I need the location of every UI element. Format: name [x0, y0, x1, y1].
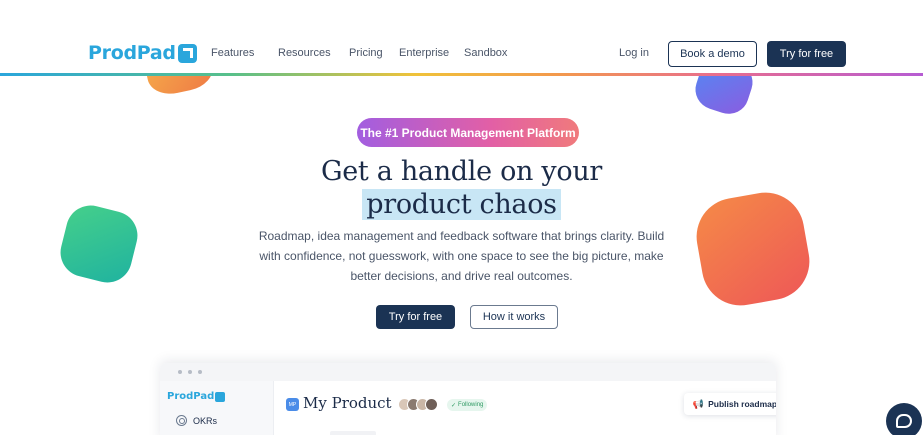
- book-demo-button[interactable]: Book a demo: [668, 41, 757, 67]
- preview-sidebar: ProdPad OKRs: [160, 381, 274, 435]
- login-link[interactable]: Log in: [619, 47, 649, 59]
- product-badge: MP: [286, 398, 299, 411]
- preview-logo-text: ProdPad: [167, 391, 215, 402]
- chat-launcher-button[interactable]: [886, 403, 922, 435]
- preview-titlebar: [160, 363, 776, 381]
- hero-tagline-pill: The #1 Product Management Platform: [357, 118, 579, 147]
- window-dot: [178, 370, 182, 374]
- megaphone-icon: 📢: [692, 398, 705, 409]
- window-dot: [188, 370, 192, 374]
- nav-link-pricing[interactable]: Pricing: [349, 47, 383, 59]
- nav-link-enterprise[interactable]: Enterprise: [399, 47, 449, 59]
- sidebar-item-label: OKRs: [193, 415, 218, 426]
- hero-title-line1: Get a handle on your: [320, 156, 603, 187]
- publish-roadmap-button[interactable]: 📢 Publish roadmap: [684, 393, 776, 415]
- hero-title-highlight: product chaos: [362, 189, 561, 220]
- following-label: Following: [458, 402, 484, 408]
- content-placeholder: [330, 431, 376, 435]
- target-icon: [176, 415, 187, 426]
- product-title: My Product: [303, 394, 392, 412]
- hero-subtitle: Roadmap, idea management and feedback so…: [258, 229, 665, 283]
- avatar: [425, 398, 438, 411]
- nav-link-features[interactable]: Features: [211, 47, 254, 59]
- rainbow-divider: [0, 73, 923, 76]
- window-dot: [198, 370, 202, 374]
- prodpad-arrow-icon: [215, 391, 226, 402]
- logo-text: ProdPad: [88, 42, 176, 64]
- chat-bubble-icon: [896, 414, 912, 428]
- prodpad-arrow-icon: [177, 43, 197, 63]
- app-preview-window: ProdPad OKRs MP My Product ✓ Following 📢…: [160, 363, 776, 435]
- hero-title-line2: product chaos: [0, 189, 923, 220]
- how-it-works-button[interactable]: How it works: [470, 305, 558, 329]
- publish-label: Publish roadmap: [708, 399, 776, 409]
- sidebar-item-okrs[interactable]: OKRs: [176, 415, 217, 426]
- team-avatars: [398, 398, 438, 411]
- top-navigation: ProdPad Features Resources Pricing Enter…: [0, 0, 923, 74]
- prodpad-logo[interactable]: ProdPad: [88, 42, 197, 64]
- nav-link-resources[interactable]: Resources: [278, 47, 331, 59]
- nav-link-sandbox[interactable]: Sandbox: [464, 47, 507, 59]
- check-icon: ✓: [451, 402, 457, 409]
- nav-try-free-button[interactable]: Try for free: [767, 41, 846, 67]
- preview-logo: ProdPad: [167, 391, 226, 402]
- hero-try-free-button[interactable]: Try for free: [376, 305, 455, 329]
- following-badge[interactable]: ✓ Following: [447, 399, 488, 411]
